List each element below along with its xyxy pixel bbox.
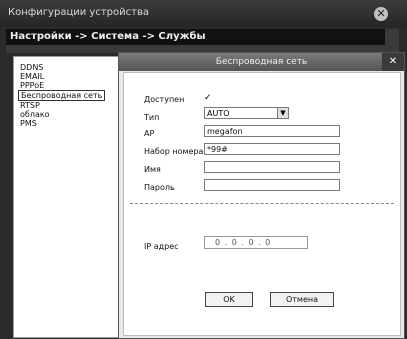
list-item-ddns[interactable]: DDNS xyxy=(20,63,43,72)
dialog-close-icon[interactable]: ✕ xyxy=(382,53,404,71)
enabled-checkbox[interactable]: ✓ xyxy=(204,94,213,103)
device-config-window: Конфигурации устройства ✕ Настройки -> С… xyxy=(0,0,407,339)
password-input[interactable] xyxy=(204,179,340,191)
window-title: Конфигурации устройства xyxy=(8,7,149,18)
ok-button[interactable]: OK xyxy=(205,292,253,307)
password-label: Пароль xyxy=(144,183,175,192)
name-input[interactable] xyxy=(204,161,340,173)
window-title-bar: Конфигурации устройства ✕ xyxy=(0,0,407,27)
list-item-pms[interactable]: PMS xyxy=(20,119,37,128)
list-item-email[interactable]: EMAIL xyxy=(20,72,44,81)
type-select-value: AUTO xyxy=(207,109,230,118)
wireless-dialog: Беспроводная сеть ✕ Доступен ✓ Тип AUTO … xyxy=(118,52,405,339)
dialog-header: Беспроводная сеть ✕ xyxy=(119,53,404,71)
breadcrumb-bar: Настройки -> Система -> Службы xyxy=(6,29,385,45)
list-item-pppoe[interactable]: PPPoE xyxy=(20,81,44,90)
ip-address-field[interactable]: 0 . 0 . 0 . 0 xyxy=(204,236,308,249)
dialog-content: Доступен ✓ Тип AUTO ▼ AP megafon Набор н… xyxy=(123,72,401,336)
list-item-cloud[interactable]: облако xyxy=(20,110,50,119)
dialog-title: Беспроводная сеть xyxy=(215,57,308,67)
section-divider xyxy=(130,203,394,204)
list-item-wireless[interactable]: Беспроводная сеть xyxy=(18,90,106,101)
ap-label: AP xyxy=(144,129,155,138)
cancel-button[interactable]: Отмена xyxy=(270,292,334,307)
list-item-rtsp[interactable]: RTSP xyxy=(20,101,40,110)
services-list: DDNS EMAIL PPPoE Беспроводная сеть RTSP … xyxy=(13,56,119,338)
window-close-icon[interactable]: ✕ xyxy=(374,7,388,21)
chevron-down-icon[interactable]: ▼ xyxy=(277,108,288,118)
dial-input[interactable]: *99# xyxy=(204,143,340,155)
type-select[interactable]: AUTO ▼ xyxy=(204,107,289,119)
ip-label: IP адрес xyxy=(144,242,179,251)
breadcrumb: Настройки -> Система -> Службы xyxy=(10,31,206,42)
name-label: Имя xyxy=(144,165,161,174)
type-label: Тип xyxy=(144,113,160,122)
dial-label: Набор номера xyxy=(144,147,204,156)
ap-input[interactable]: megafon xyxy=(204,125,340,137)
enabled-label: Доступен xyxy=(144,95,185,104)
scrollbar[interactable] xyxy=(385,29,399,53)
